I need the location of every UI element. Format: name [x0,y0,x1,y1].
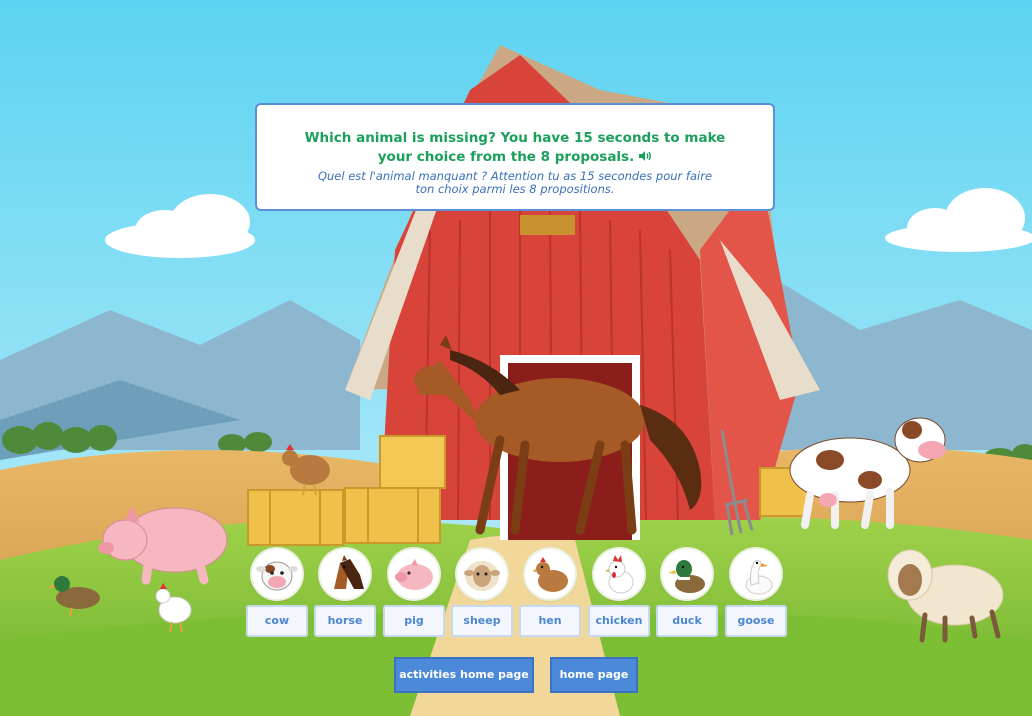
choice-image-cow[interactable] [252,549,302,599]
horse-icon [334,555,364,589]
duck-icon [668,560,705,593]
choice-button-sheep[interactable]: sheep [451,605,513,637]
choice-image-goose[interactable] [731,549,781,599]
choice-image-hen[interactable] [525,549,575,599]
goose-icon [745,560,773,595]
choice-image-horse[interactable] [320,549,370,599]
sheep-icon [464,561,500,591]
choice-image-duck[interactable] [662,549,712,599]
question-english-text: Which animal is missing? You have 15 sec… [304,130,726,165]
chicken-icon [605,555,634,594]
choice-image-pig[interactable] [389,549,439,599]
question-panel: Which animal is missing? You have 15 sec… [255,103,775,211]
choice-button-horse[interactable]: horse [314,605,376,637]
choice-button-goose[interactable]: goose [725,605,787,637]
hen-icon [532,557,568,592]
activities-home-button[interactable]: activities home page [394,657,534,693]
choice-image-sheep[interactable] [457,549,507,599]
cow-icon [256,561,298,591]
pig-icon [395,559,433,590]
speaker-icon[interactable] [638,150,652,162]
question-english: Which animal is missing? You have 15 sec… [297,129,733,167]
question-french: Quel est l'animal manquant ? Attention t… [317,169,713,196]
choice-button-pig[interactable]: pig [383,605,445,637]
home-button[interactable]: home page [550,657,638,693]
choice-button-hen[interactable]: hen [519,605,581,637]
choice-button-chicken[interactable]: chicken [588,605,650,637]
choice-image-chicken[interactable] [594,549,644,599]
choice-button-cow[interactable]: cow [246,605,308,637]
choice-button-duck[interactable]: duck [656,605,718,637]
